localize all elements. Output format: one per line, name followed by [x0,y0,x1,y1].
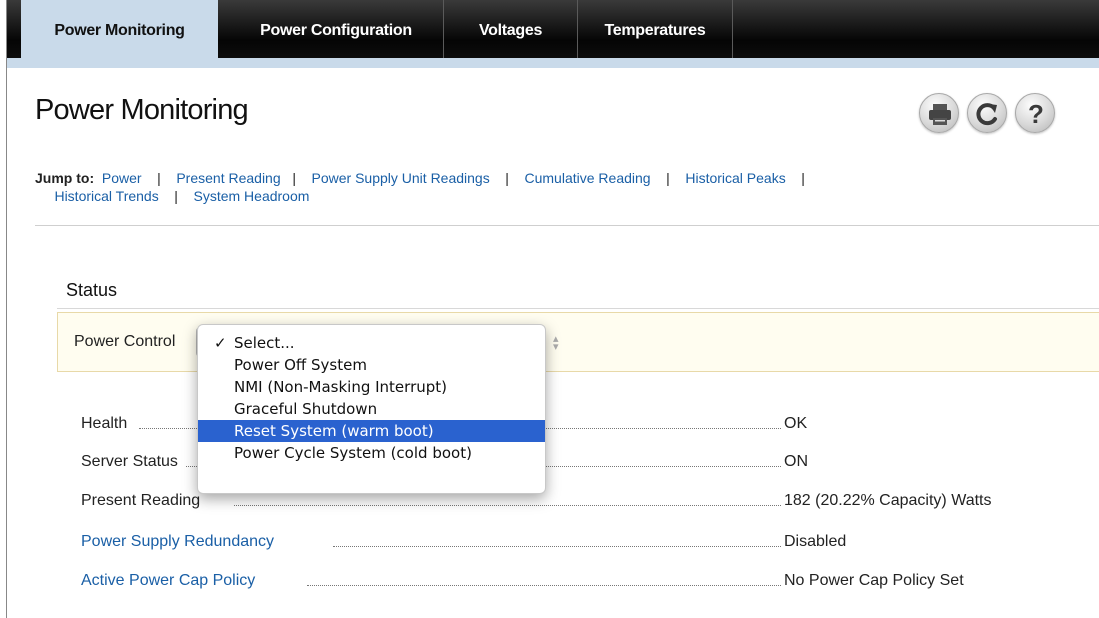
leader-dots [234,505,781,506]
checkmark-icon: ✓ [214,334,227,352]
row-label: Present Reading [81,492,202,510]
info-row-active-power-cap-policy: Active Power Cap Policy No Power Cap Pol… [81,572,1081,594]
jump-separator: | [801,170,805,186]
jump-link-system-headroom[interactable]: System Headroom [193,188,309,204]
jump-separator: | [157,170,161,186]
tab-separator [732,0,733,58]
tab-voltages[interactable]: Voltages [444,0,577,58]
jump-to-label: Jump to: [35,170,95,186]
menu-item-label: NMI (Non-Masking Interrupt) [234,378,447,396]
tab-power-configuration[interactable]: Power Configuration [229,0,443,58]
power-supply-redundancy-link[interactable]: Power Supply Redundancy [81,533,276,551]
tab-temperatures[interactable]: Temperatures [578,0,732,58]
status-section-title: Status [66,280,118,300]
print-button[interactable] [919,93,959,133]
refresh-button[interactable] [967,93,1007,133]
row-value: No Power Cap Policy Set [784,572,964,589]
jump-separator: | [292,170,296,186]
row-value: ON [784,453,808,470]
menu-item-reset-system[interactable]: Reset System (warm boot) [198,420,545,442]
menu-item-label: Select... [234,334,295,352]
info-row-power-supply-redundancy: Power Supply Redundancy Disabled [81,533,1081,555]
row-value: 182 (20.22% Capacity) Watts [784,492,992,509]
leader-dots [307,585,781,586]
help-button[interactable]: ? [1015,93,1055,133]
page-title: Power Monitoring [35,94,249,126]
info-row-present-reading: Present Reading 182 (20.22% Capacity) Wa… [81,492,1081,514]
menu-item-nmi[interactable]: NMI (Non-Masking Interrupt) [198,376,545,398]
print-icon [929,104,951,125]
active-power-cap-policy-link[interactable]: Active Power Cap Policy [81,572,257,590]
tab-power-monitoring[interactable]: Power Monitoring [21,0,218,68]
main-frame: Power Monitoring Power Configuration Vol… [6,0,1099,618]
help-icon: ? [1028,99,1044,129]
row-value: OK [784,415,808,432]
jump-link-psu-readings[interactable]: Power Supply Unit Readings [312,170,490,186]
jump-link-power[interactable]: Power [102,170,142,186]
menu-item-power-cycle-system[interactable]: Power Cycle System (cold boot) [198,442,545,464]
row-label: Server Status [81,453,179,471]
menu-item-select[interactable]: ✓ Select... [198,332,545,354]
power-control-dropdown-menu: ✓ Select... Power Off System NMI (Non-Ma… [197,324,546,494]
jump-separator: | [174,188,178,204]
divider [35,225,1099,226]
row-value: Disabled [784,533,847,550]
divider [57,308,1099,309]
jump-link-historical-trends[interactable]: Historical Trends [54,188,158,204]
select-arrows-icon: ▴ ▾ [553,333,559,353]
menu-item-power-off-system[interactable]: Power Off System [198,354,545,376]
svg-text:?: ? [1028,99,1044,129]
power-control-label: Power Control [74,333,176,350]
menu-item-label: Reset System (warm boot) [234,422,434,440]
menu-item-label: Power Off System [234,356,367,374]
jump-separator: | [505,170,509,186]
jump-link-cumulative-reading[interactable]: Cumulative Reading [525,170,651,186]
menu-item-label: Power Cycle System (cold boot) [234,444,472,462]
menu-item-label: Graceful Shutdown [234,400,378,418]
jump-to-nav: Jump to: Power | Present Reading | Power… [35,169,1095,205]
row-label: Health [81,415,129,433]
jump-separator: | [666,170,670,186]
jump-link-historical-peaks[interactable]: Historical Peaks [685,170,785,186]
leader-dots [333,546,781,547]
refresh-icon [976,103,997,126]
menu-item-graceful-shutdown[interactable]: Graceful Shutdown [198,398,545,420]
jump-link-present-reading[interactable]: Present Reading [176,170,280,186]
